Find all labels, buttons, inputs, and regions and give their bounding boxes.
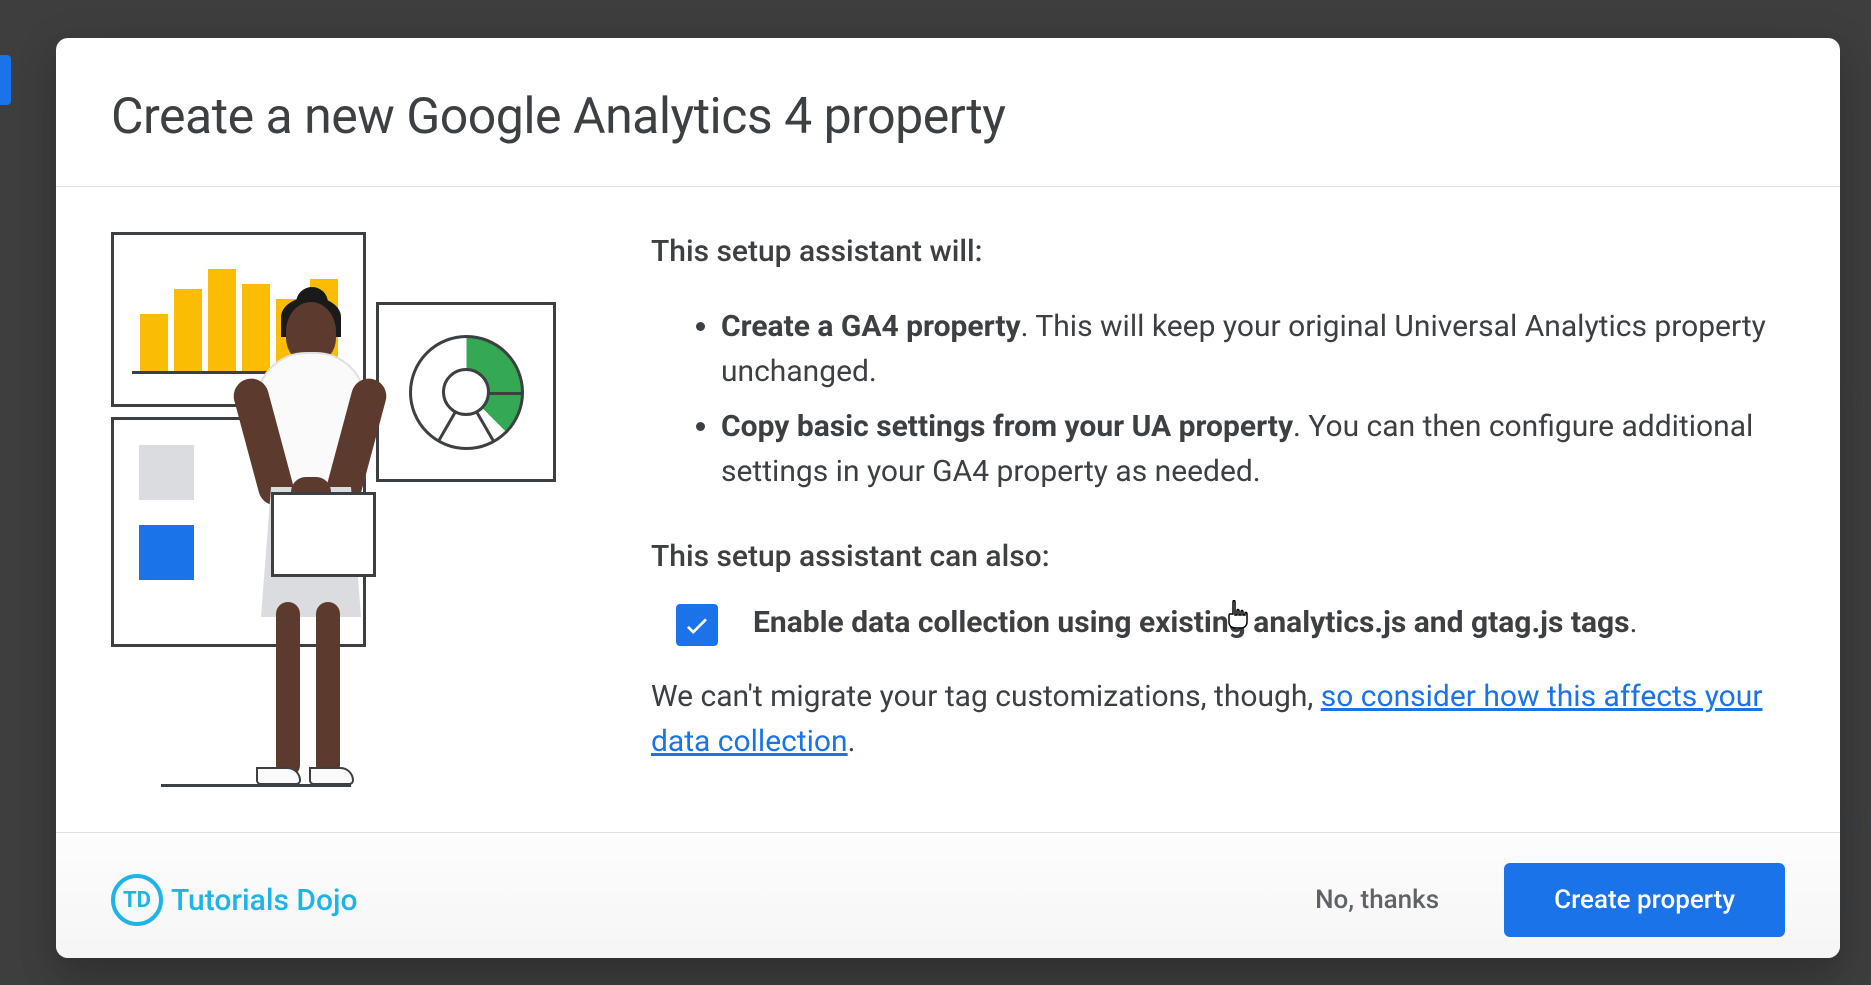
modal-header: Create a new Google Analytics 4 property: [56, 38, 1840, 187]
modal-title: Create a new Google Analytics 4 property: [111, 88, 1785, 146]
analytics-illustration: [111, 232, 551, 792]
note-suffix: .: [848, 724, 856, 759]
gray-square-icon: [139, 445, 194, 500]
no-thanks-button[interactable]: No, thanks: [1285, 867, 1469, 933]
migration-note: We can't migrate your tag customizations…: [651, 674, 1785, 764]
checkmark-icon: [682, 610, 712, 640]
bullet-item: Create a GA4 property. This will keep yo…: [721, 304, 1785, 394]
enable-data-collection-checkbox[interactable]: [676, 604, 718, 646]
bar-icon: [174, 289, 202, 374]
checkbox-label-suffix: .: [1630, 605, 1638, 640]
brand: TD Tutorials Dojo: [111, 874, 358, 926]
background-text-fragment: ert: [1837, 800, 1871, 838]
checkbox-label: Enable data collection using existing an…: [753, 605, 1630, 640]
create-ga4-property-modal: Create a new Google Analytics 4 property: [56, 38, 1840, 958]
checkbox-label-wrap: Enable data collection using existing an…: [753, 602, 1638, 644]
modal-footer: TD Tutorials Dojo No, thanks Create prop…: [56, 832, 1840, 958]
intro-text: This setup assistant will:: [651, 234, 1785, 269]
footer-actions: No, thanks Create property: [1285, 863, 1785, 937]
floor-line: [161, 784, 351, 787]
note-prefix: We can't migrate your tag customizations…: [651, 679, 1321, 714]
bullet-strong: Create a GA4 property: [721, 309, 1021, 344]
checkbox-row: Enable data collection using existing an…: [651, 602, 1785, 646]
bullet-strong: Copy basic settings from your UA propert…: [721, 409, 1293, 444]
create-property-button[interactable]: Create property: [1504, 863, 1785, 937]
also-intro-text: This setup assistant can also:: [651, 539, 1785, 574]
bullet-list: Create a GA4 property. This will keep yo…: [651, 304, 1785, 494]
content-column: This setup assistant will: Create a GA4 …: [651, 232, 1785, 792]
modal-body: This setup assistant will: Create a GA4 …: [56, 187, 1840, 832]
blue-square-icon: [139, 525, 194, 580]
illustration-column: [111, 232, 571, 792]
person-illustration: [201, 292, 401, 792]
pie-chart-panel: [376, 302, 556, 482]
brand-name: Tutorials Dojo: [171, 883, 358, 918]
pie-icon: [409, 335, 524, 450]
bar-icon: [140, 314, 168, 374]
background-nav-indicator: [0, 55, 11, 105]
bullet-item: Copy basic settings from your UA propert…: [721, 404, 1785, 494]
tutorials-dojo-logo-icon: TD: [111, 874, 163, 926]
